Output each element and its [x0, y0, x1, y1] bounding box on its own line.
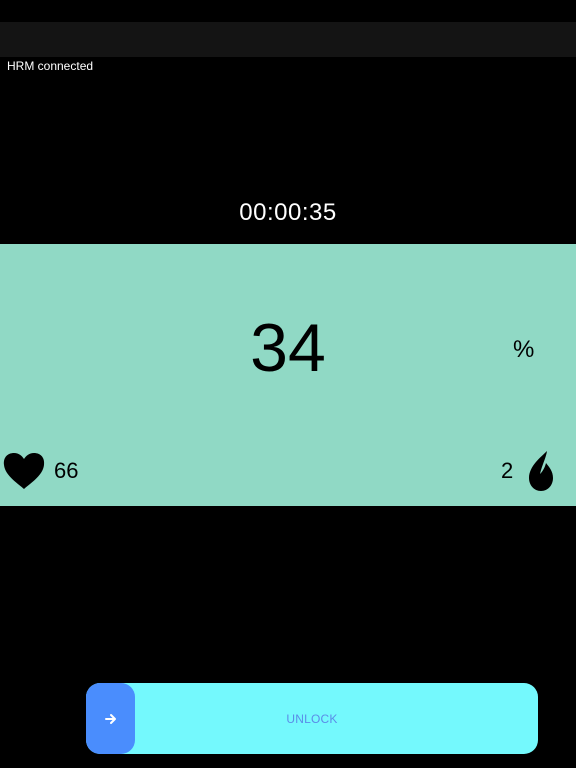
arrow-right-icon [104, 713, 116, 724]
main-metric-value: 34 [250, 310, 326, 386]
status-bar [0, 22, 576, 57]
drop-icon [529, 451, 553, 491]
drop-count-value: 2 [501, 458, 514, 483]
slider-handle[interactable] [86, 683, 135, 754]
heart-rate-value: 66 [54, 458, 79, 483]
unlock-slider[interactable]: UNLOCK [86, 683, 538, 754]
percent-unit-label: % [513, 336, 535, 363]
elapsed-timer: 00:00:35 [239, 199, 337, 226]
unlock-label: UNLOCK [286, 711, 338, 726]
metrics-panel: 34 % 66 2 [0, 244, 576, 506]
heart-icon [3, 453, 45, 489]
connection-status: HRM connected [7, 59, 94, 73]
